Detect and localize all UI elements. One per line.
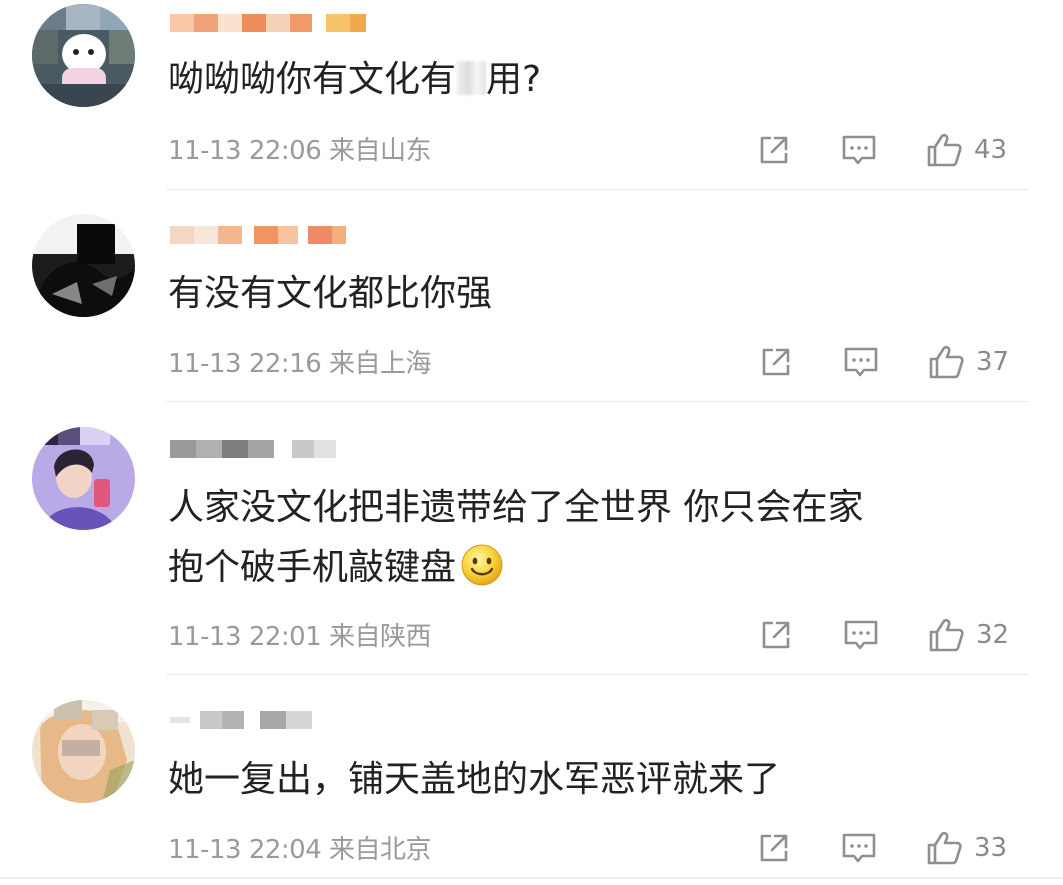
- comment-icon: [844, 347, 878, 377]
- avatar-image: [32, 4, 135, 107]
- comment-location: 来自山东: [329, 136, 432, 166]
- username-censored[interactable]: [170, 6, 366, 40]
- username-censored[interactable]: [170, 703, 312, 737]
- comment-actions: 43: [752, 128, 1042, 172]
- share-button[interactable]: [758, 613, 794, 657]
- comment-text-line: 抱个破手机敲键盘: [168, 538, 1003, 598]
- bottom-border: [0, 877, 1063, 879]
- comment-icon: [844, 620, 878, 650]
- avatar[interactable]: [32, 427, 135, 530]
- username-censored[interactable]: [170, 218, 346, 252]
- comment-meta: 11-13 22:01 来自陕西: [168, 616, 432, 653]
- reply-button[interactable]: [840, 128, 878, 172]
- comment-text: 人家没文化把非遗带给了全世界 你只会在家 抱个破手机敲键盘: [168, 478, 1003, 598]
- comment-meta: 11-13 22:04 来自北京: [168, 829, 432, 866]
- comment-icon: [842, 833, 876, 863]
- comment-actions: 33: [752, 826, 1042, 870]
- share-icon: [760, 136, 788, 164]
- like-count: 32: [976, 620, 1010, 650]
- like-button[interactable]: 33: [924, 826, 1007, 870]
- divider: [166, 189, 1028, 190]
- comment-actions: 37: [752, 340, 1042, 384]
- censored-glyph: [456, 61, 487, 95]
- share-icon: [760, 834, 788, 862]
- thumbs-up-icon: [927, 133, 962, 167]
- share-button[interactable]: [756, 826, 792, 870]
- share-button[interactable]: [756, 128, 792, 172]
- comment-text: 她一复出，铺天盖地的水军恶评就来了: [168, 759, 781, 800]
- comment-date: 11-13 22:06: [168, 136, 322, 166]
- share-icon: [762, 621, 790, 649]
- like-count: 37: [976, 347, 1010, 377]
- avatar[interactable]: [32, 214, 135, 317]
- share-icon: [762, 348, 790, 376]
- comment-icon: [842, 135, 876, 165]
- thumbs-up-icon: [929, 345, 964, 379]
- divider: [166, 401, 1028, 402]
- avatar[interactable]: [32, 4, 135, 107]
- comment-location: 来自上海: [329, 349, 432, 379]
- reply-button[interactable]: [840, 826, 878, 870]
- comment-actions: 32: [752, 613, 1042, 657]
- avatar-image: [32, 700, 135, 803]
- username-censored[interactable]: [170, 432, 336, 466]
- comment-date: 11-13 22:01: [168, 622, 322, 652]
- comment-text: 呦呦呦你有文化有 用?: [168, 59, 542, 100]
- comment-date: 11-13 22:04: [168, 835, 322, 865]
- smiley-emoji-icon: [460, 543, 504, 587]
- comment-location: 来自陕西: [329, 622, 432, 652]
- comment-text-line: 人家没文化把非遗带给了全世界 你只会在家: [168, 487, 864, 528]
- comment-text: 有没有文化都比你强: [168, 273, 493, 314]
- comment-meta: 11-13 22:16 来自上海: [168, 343, 432, 380]
- reply-button[interactable]: [842, 613, 880, 657]
- comment-meta: 11-13 22:06 来自山东: [168, 130, 432, 167]
- divider: [166, 674, 1028, 675]
- comment-location: 来自北京: [329, 835, 432, 865]
- avatar-image: [32, 214, 135, 317]
- like-count: 43: [974, 135, 1008, 165]
- thumbs-up-icon: [929, 618, 964, 652]
- like-button[interactable]: 37: [926, 340, 1009, 384]
- avatar[interactable]: [32, 700, 135, 803]
- like-button[interactable]: 43: [924, 128, 1007, 172]
- like-button[interactable]: 32: [926, 613, 1009, 657]
- like-count: 33: [974, 833, 1008, 863]
- share-button[interactable]: [758, 340, 794, 384]
- reply-button[interactable]: [842, 340, 880, 384]
- avatar-image: [32, 427, 135, 530]
- thumbs-up-icon: [927, 831, 962, 865]
- comment-date: 11-13 22:16: [168, 349, 322, 379]
